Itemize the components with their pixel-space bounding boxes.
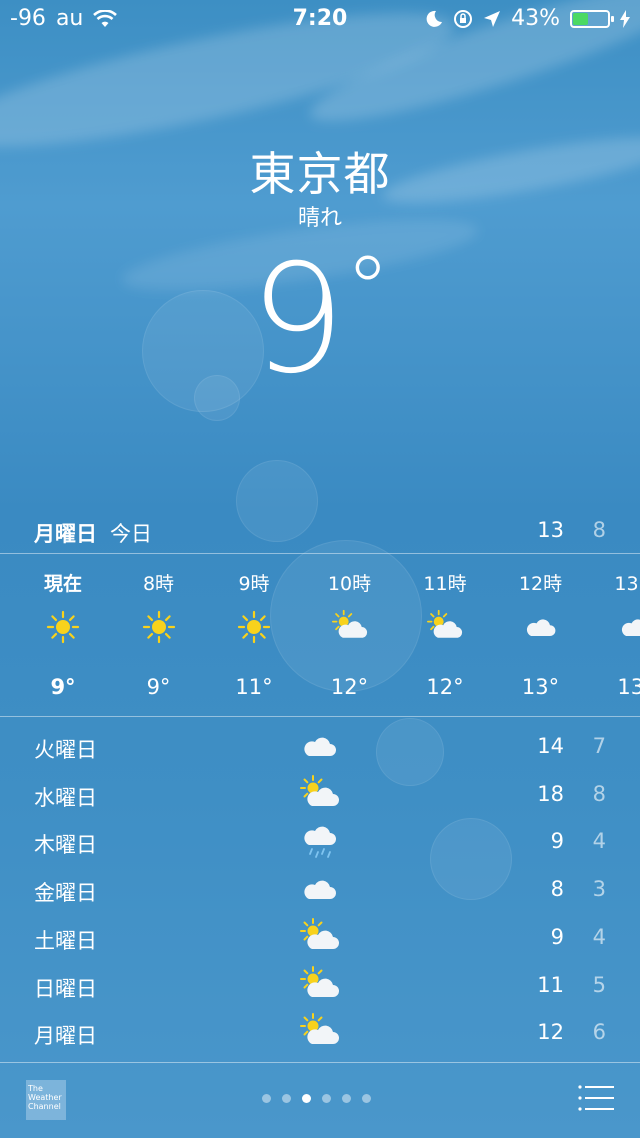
today-low: 8 bbox=[592, 518, 606, 542]
hour-temperature: 12° bbox=[426, 675, 464, 699]
daily-row: 金曜日 8 3 bbox=[0, 865, 640, 913]
page-dot[interactable] bbox=[302, 1094, 311, 1103]
sun-icon bbox=[141, 609, 177, 645]
page-dot[interactable] bbox=[262, 1094, 271, 1103]
page-dot[interactable] bbox=[342, 1094, 351, 1103]
daily-day: 土曜日 bbox=[34, 928, 97, 953]
partly-cloudy-icon bbox=[300, 1012, 340, 1052]
moon-icon bbox=[426, 10, 443, 27]
status-bar: -96 au 7:20 43% bbox=[0, 0, 640, 36]
daily-row: 土曜日 9 4 bbox=[0, 913, 640, 961]
daily-high: 11 bbox=[537, 972, 564, 997]
hourly-item: 8時 9° bbox=[111, 553, 207, 716]
daily-low: 8 bbox=[592, 781, 606, 806]
page-dot[interactable] bbox=[362, 1094, 371, 1103]
hour-time: 11時 bbox=[423, 573, 467, 595]
cloud-icon bbox=[523, 609, 559, 645]
city-name: 東京都 bbox=[249, 147, 391, 201]
hourly-item: 現在 9° bbox=[15, 553, 111, 716]
hour-temperature: 13° bbox=[617, 675, 640, 699]
temperature-value: 9 bbox=[249, 233, 346, 407]
today-high: 13 bbox=[537, 518, 564, 542]
today-summary: 月曜日 今日 13 8 bbox=[0, 510, 640, 552]
footer-toolbar: The Weather Channel bbox=[0, 1064, 640, 1138]
daily-high: 9 bbox=[550, 924, 564, 949]
cloud-icon bbox=[618, 609, 640, 645]
page-dot[interactable] bbox=[322, 1094, 331, 1103]
hourly-item: 10時 12° bbox=[302, 553, 398, 716]
partly-cloudy-icon bbox=[331, 609, 368, 645]
hourly-forecast[interactable]: 現在 9° 8時 9° 9時 11° 10時 12° 11時 12° 12時 1… bbox=[0, 553, 640, 716]
hourly-item: 12時 13° bbox=[493, 553, 589, 716]
partly-cloudy-icon bbox=[427, 609, 463, 645]
location-icon bbox=[484, 10, 501, 27]
hour-time: 9時 bbox=[238, 573, 270, 595]
daily-high: 12 bbox=[537, 1020, 564, 1045]
hour-temperature: 12° bbox=[330, 675, 369, 699]
hour-temperature: 9° bbox=[146, 675, 171, 699]
logo-text-line: The bbox=[28, 1084, 43, 1093]
daily-low: 3 bbox=[592, 877, 606, 902]
daily-day: 日曜日 bbox=[34, 976, 97, 1001]
daily-high: 18 bbox=[537, 781, 564, 806]
battery-icon bbox=[570, 9, 614, 28]
partly-cloudy-icon bbox=[300, 965, 340, 1005]
daily-row: 火曜日 14 7 bbox=[0, 722, 640, 770]
divider-middle bbox=[0, 716, 640, 717]
sun-icon bbox=[45, 609, 81, 645]
divider-bottom bbox=[0, 1062, 640, 1063]
orientation-lock-icon bbox=[454, 9, 473, 28]
hour-temperature: 11° bbox=[235, 675, 273, 699]
hour-time: 8時 bbox=[142, 573, 175, 595]
daily-day: 火曜日 bbox=[34, 738, 97, 762]
hour-temperature: 9° bbox=[50, 675, 76, 699]
rain-icon bbox=[300, 821, 340, 861]
hourly-item: 13時 13° bbox=[588, 553, 640, 716]
daily-day: 木曜日 bbox=[34, 833, 97, 858]
daily-low: 4 bbox=[592, 924, 606, 949]
logo-text-line: Weather bbox=[28, 1093, 62, 1102]
cloud-icon bbox=[300, 869, 340, 909]
daily-high: 8 bbox=[550, 877, 564, 902]
daily-low: 6 bbox=[592, 1020, 606, 1045]
partly-cloudy-icon bbox=[300, 774, 340, 814]
daily-low: 5 bbox=[592, 972, 606, 997]
weather-channel-logo[interactable]: The Weather Channel bbox=[26, 1080, 66, 1120]
daily-day: 月曜日 bbox=[34, 1024, 97, 1049]
daily-day: 水曜日 bbox=[34, 785, 97, 810]
daily-row: 日曜日 11 5 bbox=[0, 961, 640, 1009]
daily-low: 7 bbox=[592, 734, 606, 758]
current-temperature: 9° bbox=[0, 245, 640, 396]
daily-day: 金曜日 bbox=[34, 881, 97, 906]
charging-icon bbox=[620, 9, 630, 28]
degree-symbol: ° bbox=[345, 237, 391, 342]
partly-cloudy-icon bbox=[300, 917, 340, 957]
daily-row: 水曜日 18 8 bbox=[0, 770, 640, 818]
page-indicator[interactable] bbox=[262, 1094, 371, 1103]
hourly-item: 11時 12° bbox=[397, 553, 493, 716]
list-icon[interactable] bbox=[578, 1084, 614, 1112]
daily-low: 4 bbox=[592, 829, 606, 854]
daily-row: 木曜日 9 4 bbox=[0, 817, 640, 865]
hour-temperature: 13° bbox=[521, 675, 560, 699]
cloud-icon bbox=[300, 726, 340, 766]
hour-time: 12時 bbox=[518, 573, 563, 595]
page-dot[interactable] bbox=[282, 1094, 291, 1103]
daily-high: 14 bbox=[537, 734, 564, 758]
today-label: 今日 bbox=[110, 522, 152, 546]
battery-percent: 43% bbox=[511, 6, 560, 31]
hour-time: 13時 bbox=[614, 573, 640, 595]
hourly-item: 9時 11° bbox=[206, 553, 302, 716]
today-day: 月曜日 bbox=[34, 522, 97, 546]
logo-text-line: Channel bbox=[28, 1102, 61, 1111]
weather-condition: 晴れ bbox=[297, 206, 342, 231]
sun-icon bbox=[236, 609, 272, 645]
hour-time: 現在 bbox=[43, 573, 82, 595]
daily-high: 9 bbox=[550, 829, 564, 854]
hour-time: 10時 bbox=[327, 573, 372, 595]
daily-row: 月曜日 12 6 bbox=[0, 1008, 640, 1056]
